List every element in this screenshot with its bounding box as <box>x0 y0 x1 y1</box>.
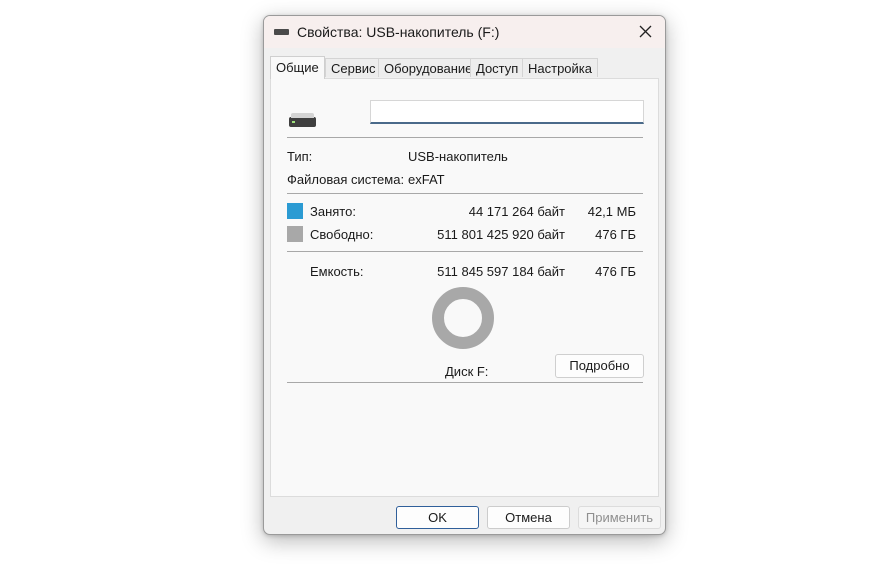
used-size: 42,1 МБ <box>587 204 636 219</box>
separator <box>287 193 643 194</box>
capacity-bytes: 511 845 597 184 байт <box>437 264 565 279</box>
free-size: 476 ГБ <box>595 227 636 242</box>
volume-name-input[interactable] <box>370 100 644 124</box>
tab-customize[interactable]: Настройка <box>522 58 598 77</box>
close-button[interactable] <box>627 16 665 48</box>
title-bar[interactable]: Свойства: USB-накопитель (F:) <box>264 16 665 48</box>
ok-button[interactable]: OK <box>396 506 479 529</box>
capacity-size: 476 ГБ <box>595 264 636 279</box>
used-bytes: 44 171 264 байт <box>468 204 565 219</box>
used-label: Занято: <box>310 204 356 219</box>
cancel-button[interactable]: Отмена <box>487 506 570 529</box>
capacity-label: Емкость: <box>310 264 364 279</box>
separator <box>287 382 643 383</box>
tab-general[interactable]: Общие <box>270 56 325 79</box>
separator <box>287 137 643 138</box>
free-label: Свободно: <box>310 227 374 242</box>
usb-drive-icon <box>289 113 316 127</box>
disk-label: Диск F: <box>445 364 489 379</box>
separator <box>287 251 643 252</box>
used-color-swatch <box>287 203 303 219</box>
general-panel: Тип: USB-накопитель Файловая система: ex… <box>270 78 659 497</box>
tab-hardware[interactable]: Оборудование <box>378 58 479 77</box>
usage-donut-chart <box>432 287 494 349</box>
type-value: USB-накопитель <box>408 149 508 164</box>
apply-button[interactable]: Применить <box>578 506 661 529</box>
window-title: Свойства: USB-накопитель (F:) <box>297 24 500 40</box>
tab-service[interactable]: Сервис <box>325 58 382 77</box>
free-bytes: 511 801 425 920 байт <box>437 227 565 242</box>
tab-sharing[interactable]: Доступ <box>470 58 525 77</box>
donut-free-segment <box>432 287 494 349</box>
usb-drive-icon <box>274 29 289 35</box>
filesystem-value: exFAT <box>408 172 445 187</box>
details-button[interactable]: Подробно <box>555 354 644 378</box>
close-icon <box>639 25 652 38</box>
type-label: Тип: <box>287 149 313 164</box>
properties-dialog: Свойства: USB-накопитель (F:) Общие Серв… <box>263 15 666 535</box>
filesystem-label: Файловая система: <box>287 172 405 187</box>
free-color-swatch <box>287 226 303 242</box>
